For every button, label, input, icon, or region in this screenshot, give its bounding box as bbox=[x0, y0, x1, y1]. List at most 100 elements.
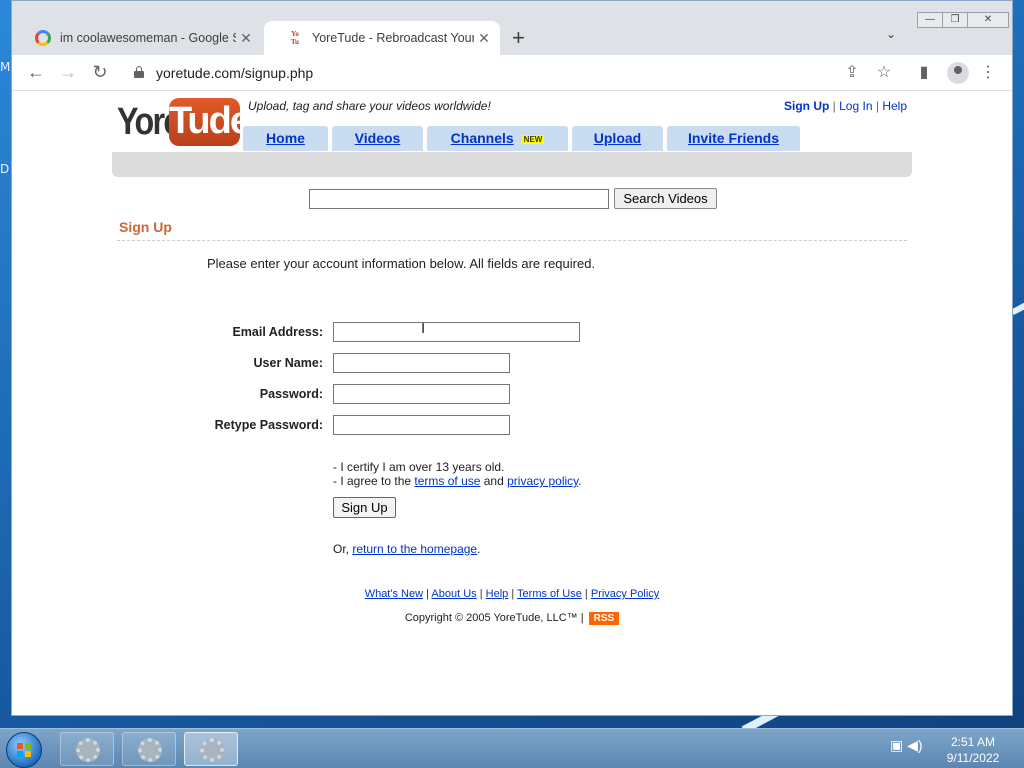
copyright-text: Copyright © 2005 YoreTude, LLC™ | bbox=[404, 612, 584, 624]
side-panel-icon[interactable]: ▮ bbox=[914, 63, 934, 83]
about-us-link[interactable]: About Us bbox=[431, 588, 476, 600]
bookmark-star-icon[interactable]: ☆ bbox=[874, 63, 894, 83]
close-tab-icon[interactable]: ✕ bbox=[236, 30, 256, 47]
username-field[interactable] bbox=[333, 353, 510, 373]
web-page: Yore Tude Upload, tag and share your vid… bbox=[12, 91, 1012, 715]
rss-badge[interactable]: RSS bbox=[588, 612, 620, 625]
period: . bbox=[578, 474, 582, 488]
tab-search-chevron-icon[interactable]: ⌄ bbox=[886, 27, 896, 41]
close-tab-icon[interactable]: ✕ bbox=[474, 30, 494, 47]
terms-of-use-link[interactable]: terms of use bbox=[414, 474, 480, 488]
sign-up-button[interactable]: Sign Up bbox=[333, 497, 396, 518]
search-videos-button[interactable]: Search Videos bbox=[614, 188, 717, 209]
address-bar[interactable]: yoretude.com/signup.php bbox=[124, 59, 874, 87]
restore-button[interactable]: ❐ bbox=[942, 12, 968, 28]
username-label: User Name: bbox=[253, 356, 323, 370]
taskbar-app[interactable] bbox=[60, 732, 114, 766]
tab-google[interactable]: im coolawesomeman - Google S ✕ bbox=[12, 21, 262, 55]
windows-logo-icon bbox=[17, 743, 32, 758]
forward-arrow-icon[interactable]: → bbox=[56, 61, 80, 85]
nav-tab-invite-friends[interactable]: Invite Friends bbox=[667, 126, 800, 151]
login-link[interactable]: Log In bbox=[839, 99, 872, 113]
minimize-button[interactable]: — bbox=[917, 12, 943, 28]
nav-label: Upload bbox=[593, 130, 642, 146]
site-logo[interactable]: Yore Tude bbox=[117, 96, 251, 148]
retype-password-field[interactable] bbox=[333, 415, 510, 435]
browser-toolbar: ← → ↻ yoretude.com/signup.php ⇪ ☆ ▮ ⋮ bbox=[12, 55, 1012, 91]
divider bbox=[117, 240, 907, 241]
footer-links: What's New | About Us | Help | Terms of … bbox=[364, 588, 660, 600]
lock-icon bbox=[134, 66, 144, 78]
tab-title: YoreTude - Rebroadcast Yourself. bbox=[312, 31, 474, 45]
footer-terms-link[interactable]: Terms of Use bbox=[517, 588, 582, 600]
desktop-icon-label: D bbox=[0, 162, 10, 176]
taskbar-app-active[interactable] bbox=[184, 732, 238, 766]
privacy-policy-link[interactable]: privacy policy bbox=[507, 474, 578, 488]
help-link[interactable]: Help bbox=[882, 99, 907, 113]
text-cursor-icon: I bbox=[421, 320, 426, 337]
whats-new-link[interactable]: What's New bbox=[365, 588, 423, 600]
start-button[interactable] bbox=[6, 732, 42, 768]
nav-label: Home bbox=[266, 130, 305, 146]
url-text: yoretude.com/signup.php bbox=[156, 65, 314, 81]
clock-date: 9/11/2022 bbox=[946, 751, 1000, 765]
nav-tab-home[interactable]: Home bbox=[243, 126, 328, 151]
intro-text: Please enter your account information be… bbox=[207, 256, 596, 271]
network-icon[interactable]: ▣ bbox=[890, 737, 903, 753]
search-input[interactable] bbox=[309, 189, 609, 209]
system-tray: ▣ ◀) bbox=[890, 737, 923, 754]
nav-label: Channels bbox=[450, 130, 514, 146]
separator: | bbox=[832, 99, 836, 113]
nav-tab-videos[interactable]: Videos bbox=[332, 126, 423, 151]
app-gear-icon bbox=[200, 738, 224, 762]
separator: | bbox=[875, 99, 879, 113]
nav-tab-upload[interactable]: Upload bbox=[572, 126, 663, 151]
terms-agreement: - I agree to the terms of use and privac… bbox=[333, 474, 582, 488]
tagline: Upload, tag and share your videos worldw… bbox=[248, 99, 491, 113]
signup-link[interactable]: Sign Up bbox=[784, 99, 829, 113]
taskbar-app[interactable] bbox=[122, 732, 176, 766]
app-gear-icon bbox=[138, 738, 162, 762]
browser-window: — ❐ ✕ im coolawesomeman - Google S ✕ Yo T… bbox=[11, 0, 1013, 716]
email-label: Email Address: bbox=[232, 325, 323, 339]
clock-time: 2:51 AM bbox=[950, 735, 996, 749]
clock[interactable]: 2:51 AM 9/11/2022 bbox=[932, 734, 1014, 766]
menu-kebab-icon[interactable]: ⋮ bbox=[978, 63, 998, 83]
close-window-button[interactable]: ✕ bbox=[967, 12, 1009, 28]
age-certification: - I certify I am over 13 years old. bbox=[333, 460, 505, 474]
tab-yoretude[interactable]: YoTu YoreTude - Rebroadcast Yourself. ✕ bbox=[264, 21, 500, 55]
return-line: Or, return to the homepage. bbox=[333, 542, 480, 556]
yoretude-favicon-icon: Yo Tu bbox=[287, 30, 303, 46]
back-arrow-icon[interactable]: ← bbox=[24, 61, 48, 85]
logo-text-tude: Tude bbox=[169, 98, 251, 146]
share-icon[interactable]: ⇪ bbox=[842, 63, 862, 83]
retype-password-label: Retype Password: bbox=[214, 418, 323, 432]
tab-title: im coolawesomeman - Google S bbox=[60, 31, 236, 45]
copyright: Copyright © 2005 YoreTude, LLC™ | RSS bbox=[12, 612, 1012, 625]
footer-privacy-link[interactable]: Privacy Policy bbox=[591, 588, 659, 600]
page-title: Sign Up bbox=[119, 219, 172, 235]
or-prefix: Or, bbox=[333, 542, 353, 556]
email-field[interactable] bbox=[333, 322, 580, 342]
volume-icon[interactable]: ◀) bbox=[907, 737, 922, 753]
reload-icon[interactable]: ↻ bbox=[88, 61, 112, 85]
footer-help-link[interactable]: Help bbox=[486, 588, 509, 600]
google-favicon-icon bbox=[35, 30, 51, 46]
password-label: Password: bbox=[259, 387, 323, 401]
nav-label: Invite Friends bbox=[687, 130, 780, 146]
profile-avatar-icon[interactable] bbox=[947, 62, 969, 84]
new-badge: NEW bbox=[521, 134, 545, 144]
or-suffix: . bbox=[477, 542, 481, 556]
utility-links: Sign Up | Log In | Help bbox=[784, 99, 907, 113]
and-text: and bbox=[480, 474, 508, 488]
taskbar: ▣ ◀) 2:51 AM 9/11/2022 bbox=[0, 728, 1024, 768]
nav-tab-channels[interactable]: Channels NEW bbox=[427, 126, 568, 151]
app-gear-icon bbox=[76, 738, 100, 762]
nav-label: Videos bbox=[354, 130, 401, 146]
terms-prefix: - I agree to the bbox=[333, 474, 415, 488]
tab-strip: — ❐ ✕ im coolawesomeman - Google S ✕ Yo T… bbox=[12, 1, 1012, 55]
new-tab-button[interactable]: + bbox=[512, 25, 525, 51]
return-homepage-link[interactable]: return to the homepage bbox=[352, 542, 477, 556]
nav-underbar bbox=[112, 152, 912, 177]
password-field[interactable] bbox=[333, 384, 510, 404]
